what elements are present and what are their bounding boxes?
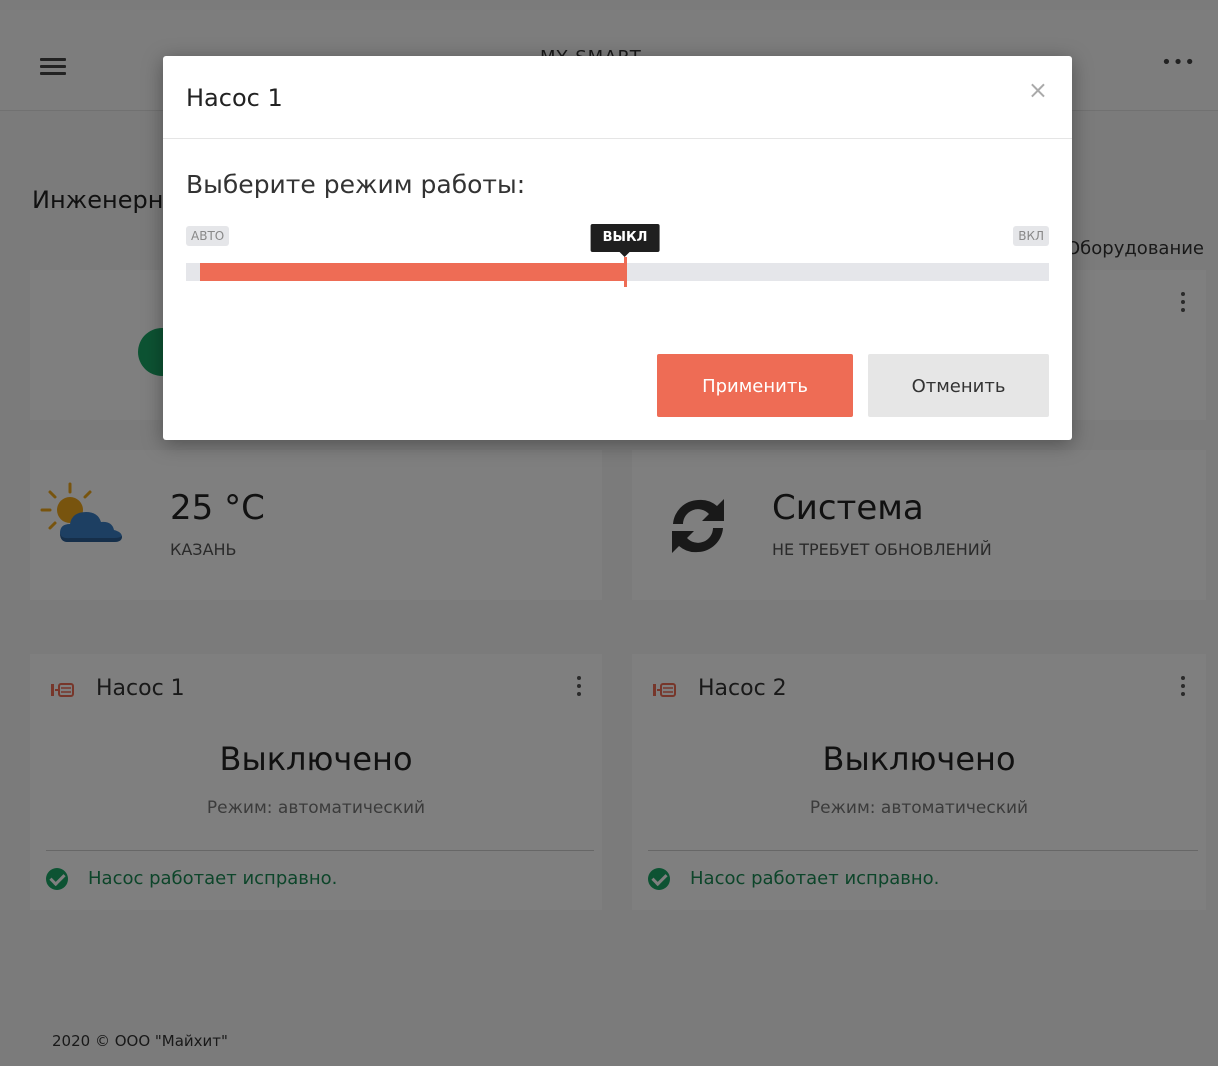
mode-slider[interactable]: АВТО ВКЛ ВЫКЛ	[186, 224, 1049, 287]
dialog-title: Насос 1	[186, 84, 283, 112]
cancel-button[interactable]: Отменить	[868, 354, 1049, 417]
mode-dialog: Насос 1 × Выберите режим работы: АВТО ВК…	[163, 56, 1072, 440]
slider-value-tooltip: ВЫКЛ	[590, 224, 660, 257]
slider-fill	[200, 263, 625, 281]
slider-handle[interactable]	[624, 257, 627, 287]
slider-track[interactable]	[186, 257, 1049, 287]
dialog-prompt: Выберите режим работы:	[186, 170, 526, 199]
apply-button[interactable]: Применить	[657, 354, 853, 417]
slider-max-label: ВКЛ	[1013, 226, 1049, 246]
slider-min-label: АВТО	[186, 226, 230, 246]
dialog-header: Насос 1 ×	[163, 56, 1072, 139]
close-icon[interactable]: ×	[1028, 78, 1048, 102]
